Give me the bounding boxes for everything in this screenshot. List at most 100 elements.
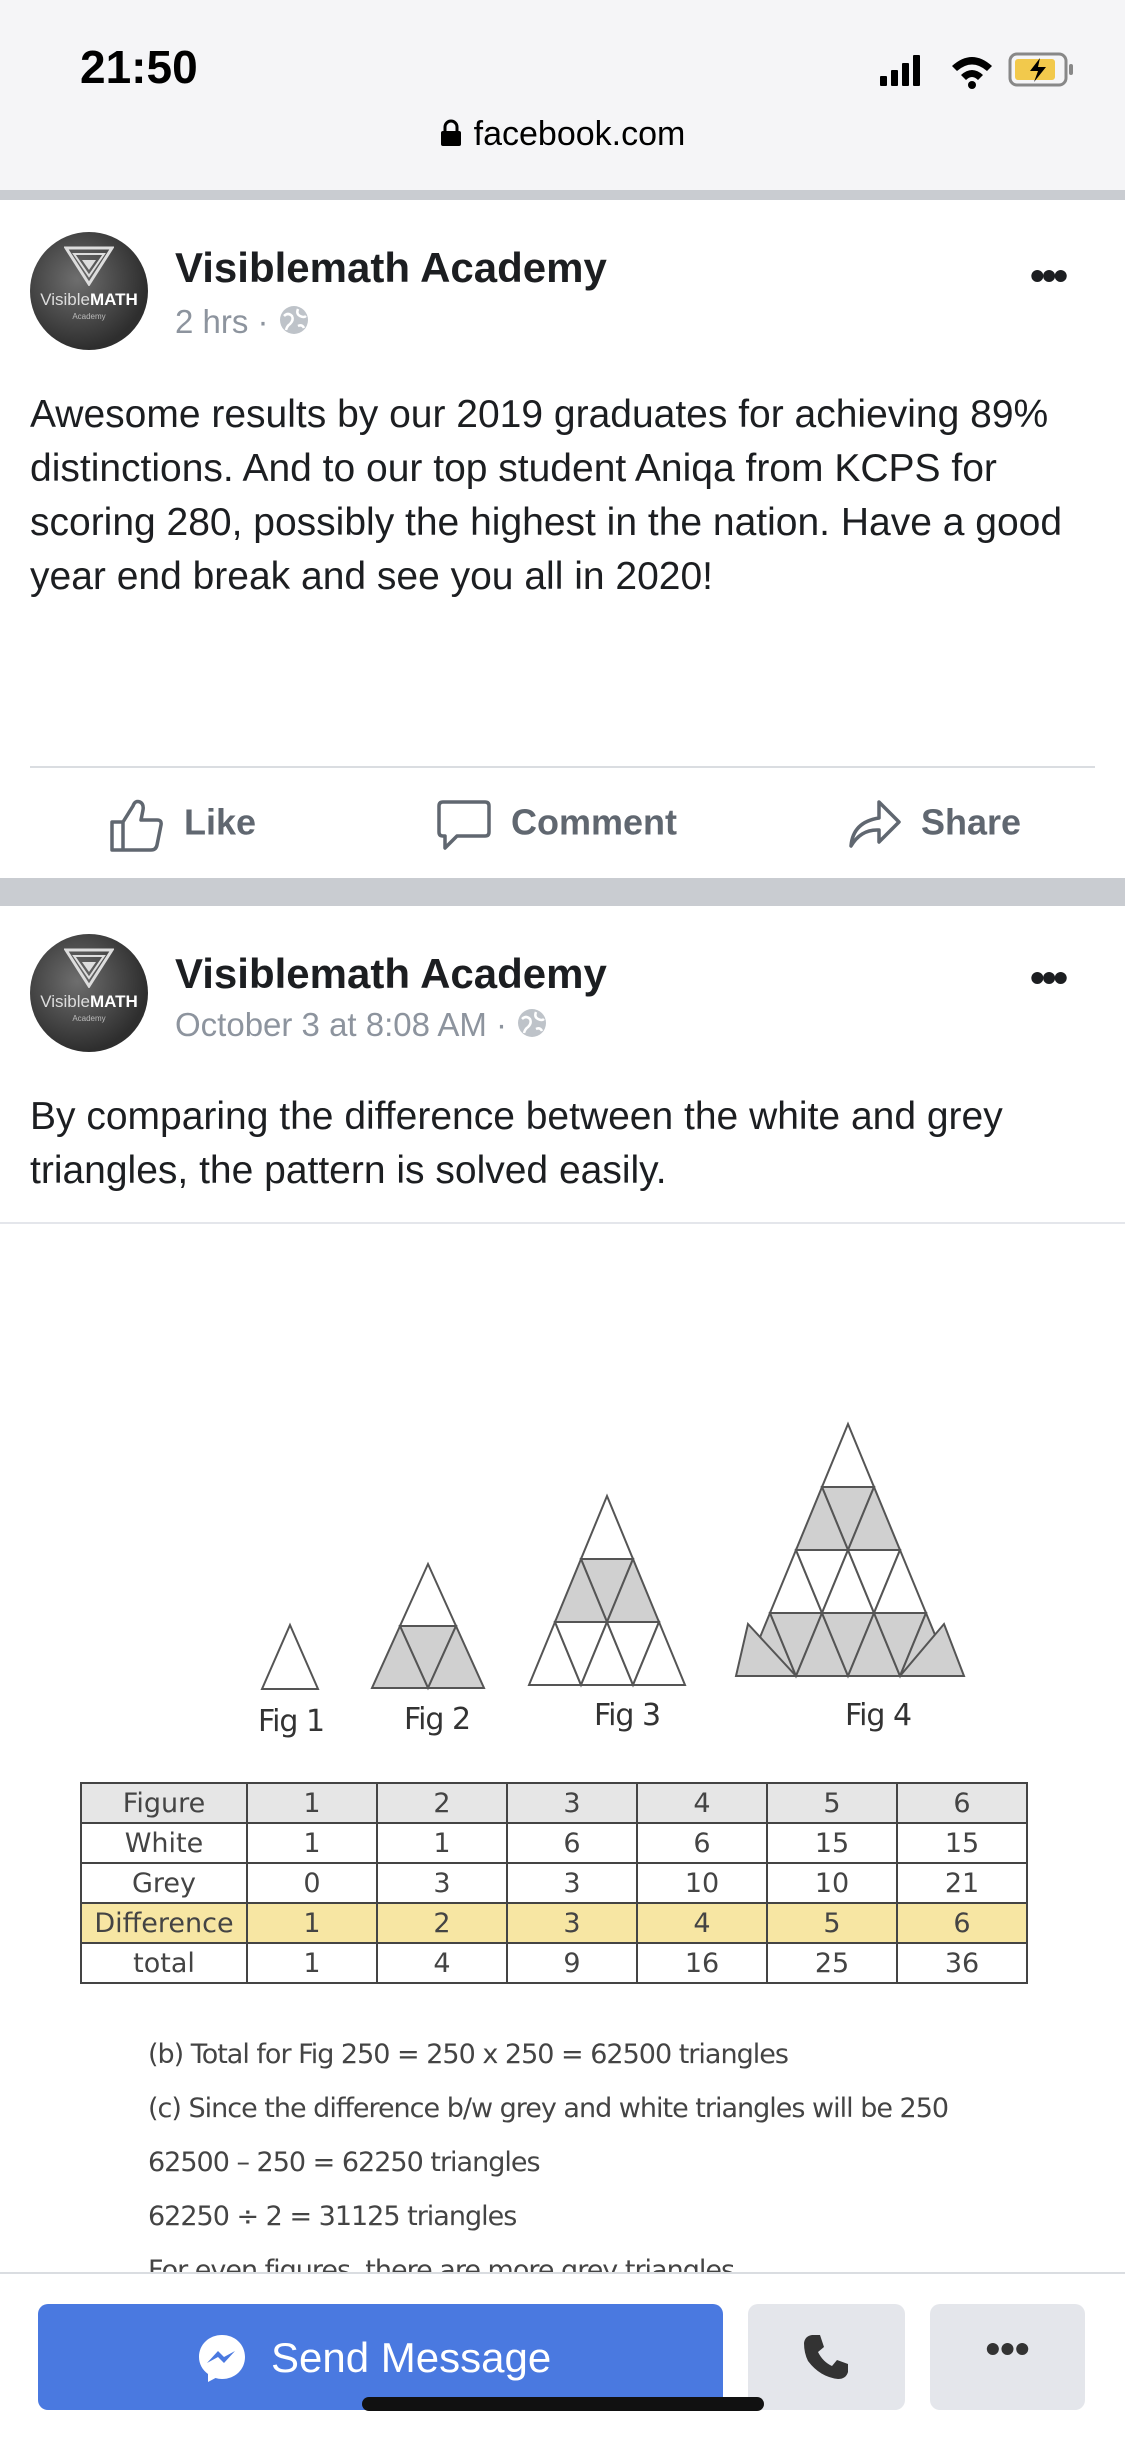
home-indicator[interactable] bbox=[362, 2397, 764, 2411]
page-name[interactable]: Visiblemath Academy bbox=[175, 244, 607, 292]
logo-icon bbox=[64, 246, 114, 286]
signal-icon bbox=[880, 55, 920, 86]
like-label: Like bbox=[184, 801, 257, 843]
table-cell: 2 bbox=[376, 1902, 508, 1944]
table-row: White 1 1 6 6 15 15 bbox=[80, 1822, 1028, 1864]
table-row: total 1 4 9 16 25 36 bbox=[80, 1942, 1028, 1984]
table-cell: 2 bbox=[376, 1782, 508, 1824]
table-cell: Difference bbox=[80, 1902, 248, 1944]
post-1-actions: Like Comment Share bbox=[0, 768, 1125, 878]
fig-label: Fig 1 bbox=[258, 1704, 325, 1739]
post-text: By comparing the difference between the … bbox=[30, 1095, 1003, 1192]
avatar-logo-subtext: Academy bbox=[72, 312, 106, 321]
table-cell: 0 bbox=[246, 1862, 378, 1904]
post-meta: October 3 at 8:08 AM · bbox=[175, 1006, 548, 1047]
table-row: Figure 1 2 3 4 5 6 bbox=[80, 1782, 1028, 1824]
page-avatar[interactable]: VisibleMATH Academy bbox=[30, 934, 148, 1052]
post-text: Awesome results by our 2019 graduates fo… bbox=[30, 393, 1063, 598]
globe-icon bbox=[516, 1007, 548, 1047]
table-cell: 36 bbox=[896, 1942, 1028, 1984]
solution-line: 62250 ÷ 2 = 31125 triangles bbox=[148, 2201, 517, 2232]
table-cell: 4 bbox=[636, 1782, 768, 1824]
table-cell: 3 bbox=[506, 1862, 638, 1904]
share-label: Share bbox=[921, 801, 1022, 843]
post-options-button[interactable]: ••• bbox=[1030, 252, 1068, 300]
send-message-button[interactable]: Send Message bbox=[38, 2304, 723, 2410]
triangle-figures bbox=[260, 1421, 966, 1691]
fig-label: Fig 2 bbox=[404, 1702, 471, 1737]
thumbs-up-icon bbox=[110, 799, 163, 852]
table-cell: 1 bbox=[246, 1942, 378, 1984]
table-cell: 25 bbox=[766, 1942, 898, 1984]
table-cell: 3 bbox=[506, 1782, 638, 1824]
page-avatar[interactable]: VisibleMATH Academy bbox=[30, 232, 148, 350]
logo-icon bbox=[64, 948, 114, 988]
status-bar: 21:50 facebook.com bbox=[0, 0, 1125, 195]
table-cell: 1 bbox=[246, 1782, 378, 1824]
like-button[interactable]: Like bbox=[108, 796, 256, 854]
table-cell: Figure bbox=[80, 1782, 248, 1824]
table-cell: 15 bbox=[896, 1822, 1028, 1864]
comment-label: Comment bbox=[511, 801, 678, 843]
post-meta: 2 hrs · bbox=[175, 303, 310, 344]
table-row: Difference 1 2 3 4 5 6 bbox=[80, 1902, 1028, 1944]
phone-icon bbox=[800, 2331, 852, 2388]
status-icons bbox=[880, 50, 1080, 95]
solution-line: 62500 – 250 = 62250 triangles bbox=[148, 2147, 541, 2178]
post-separator bbox=[0, 878, 1125, 906]
wifi-icon bbox=[952, 57, 992, 89]
table-cell: 1 bbox=[246, 1902, 378, 1944]
comment-icon bbox=[437, 800, 491, 850]
pattern-table: Figure 1 2 3 4 5 6 White 1 1 6 6 15 15 G… bbox=[80, 1782, 1028, 1984]
table-cell: 3 bbox=[506, 1902, 638, 1944]
table-cell: 16 bbox=[636, 1942, 768, 1984]
table-cell: 9 bbox=[506, 1942, 638, 1984]
call-button[interactable] bbox=[748, 2304, 905, 2410]
url-bar[interactable]: facebook.com bbox=[0, 115, 1125, 156]
comment-button[interactable]: Comment bbox=[435, 796, 677, 854]
table-cell: 5 bbox=[766, 1782, 898, 1824]
fig-label: Fig 3 bbox=[594, 1698, 661, 1733]
avatar-logo-subtext: Academy bbox=[72, 1014, 106, 1023]
table-cell: 4 bbox=[636, 1902, 768, 1944]
table-cell: 6 bbox=[506, 1822, 638, 1864]
table-cell: total bbox=[80, 1942, 248, 1984]
table-cell: 5 bbox=[766, 1902, 898, 1944]
battery-icon bbox=[1008, 52, 1073, 87]
table-cell: 4 bbox=[376, 1942, 508, 1984]
table-cell: 1 bbox=[376, 1822, 508, 1864]
table-cell: 1 bbox=[246, 1822, 378, 1864]
page-action-bar: Send Message ••• bbox=[0, 2272, 1125, 2438]
post-time[interactable]: 2 hrs · bbox=[175, 303, 269, 340]
solution-line: (b) Total for Fig 250 = 250 x 250 = 6250… bbox=[148, 2039, 789, 2070]
figure-1 bbox=[260, 1622, 320, 1690]
post-time[interactable]: October 3 at 8:08 AM · bbox=[175, 1006, 507, 1043]
page-name[interactable]: Visiblemath Academy bbox=[175, 950, 607, 998]
share-icon bbox=[849, 800, 901, 848]
send-message-label: Send Message bbox=[271, 2334, 552, 2381]
figure-3 bbox=[527, 1493, 687, 1688]
more-options-button[interactable]: ••• bbox=[930, 2304, 1085, 2410]
table-cell: Grey bbox=[80, 1862, 248, 1904]
lock-icon bbox=[440, 117, 462, 156]
table-cell: 10 bbox=[636, 1862, 768, 1904]
figure-2 bbox=[370, 1561, 486, 1691]
share-button[interactable]: Share bbox=[845, 796, 1021, 854]
figure-4 bbox=[734, 1421, 966, 1679]
post-2: VisibleMATH Academy Visiblemath Academy … bbox=[0, 906, 1125, 1222]
globe-icon bbox=[278, 304, 310, 344]
table-cell: 15 bbox=[766, 1822, 898, 1864]
post-options-button[interactable]: ••• bbox=[1030, 954, 1068, 1002]
table-cell: 6 bbox=[636, 1822, 768, 1864]
avatar-logo-text: VisibleMATH bbox=[40, 290, 138, 309]
fig-label: Fig 4 bbox=[845, 1698, 912, 1733]
table-cell: 10 bbox=[766, 1862, 898, 1904]
post-image[interactable]: Fig 1 Fig 2 Fig 3 Fig 4 Figure 1 2 3 4 5… bbox=[0, 1222, 1125, 2286]
table-row: Grey 0 3 3 10 10 21 bbox=[80, 1862, 1028, 1904]
top-separator bbox=[0, 190, 1125, 200]
table-cell: 3 bbox=[376, 1862, 508, 1904]
avatar-logo-text: VisibleMATH bbox=[40, 992, 138, 1011]
table-cell: 21 bbox=[896, 1862, 1028, 1904]
table-cell: 6 bbox=[896, 1902, 1028, 1944]
solution-line: (c) Since the difference b/w grey and wh… bbox=[148, 2093, 949, 2124]
